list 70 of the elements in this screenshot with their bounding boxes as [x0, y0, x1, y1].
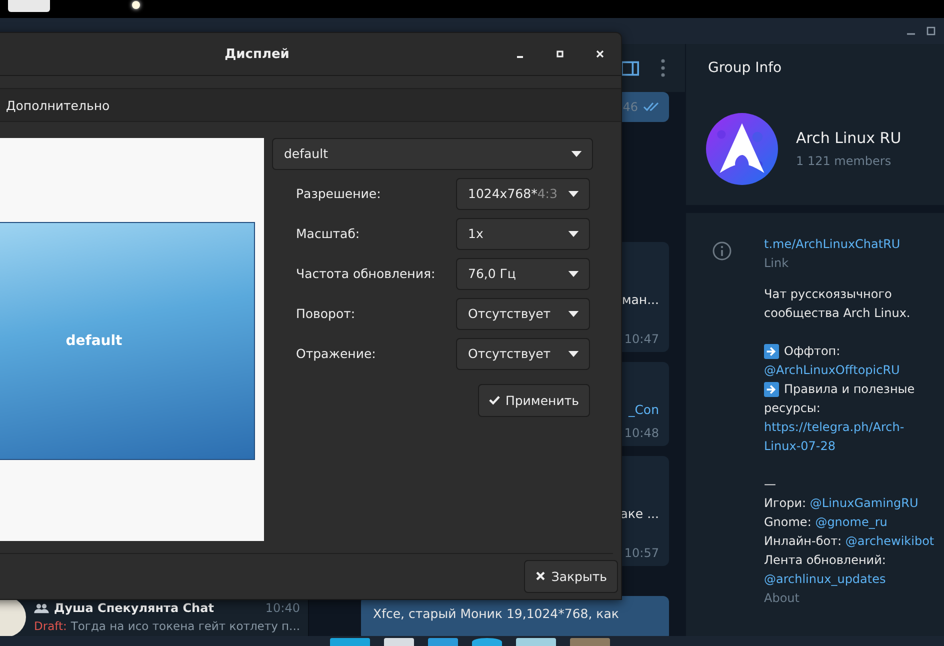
- description-link[interactable]: @ArchLinuxOfftopicRU: [764, 361, 934, 380]
- description-link[interactable]: https://telegra.ph/Arch-: [764, 418, 934, 437]
- setting-dropdown[interactable]: 76,0 Гц: [456, 258, 590, 290]
- description-text: Лента обновлений:: [764, 552, 887, 569]
- description-link[interactable]: @LinuxGamingRU: [810, 496, 918, 510]
- description-text: Чат русскоязычного: [764, 286, 893, 303]
- message-text: аке ...: [620, 506, 659, 521]
- description-text: Gnome: @gnome_ru: [764, 514, 888, 531]
- description-text: Инлайн-бот: @archewikibot: [764, 533, 934, 550]
- chat-name: Душа Спекулянта Chat: [54, 601, 215, 615]
- chat-time: 10:40: [265, 601, 300, 615]
- message-link[interactable]: _Con: [628, 402, 659, 417]
- caret-icon: [568, 310, 579, 317]
- double-check-icon: [643, 102, 661, 112]
- tab[interactable]: Дополнительно: [6, 98, 110, 113]
- description-caption: About: [764, 590, 800, 607]
- setting-label: Разрешение:: [296, 186, 381, 202]
- monitor-label: default: [66, 332, 122, 349]
- draft-preview: Тогда на исо токена гейт котлету п...: [70, 619, 300, 633]
- setting-label: Отражение:: [296, 346, 376, 362]
- setting-label: Поворот:: [296, 306, 356, 322]
- setting-label: Частота обновления:: [296, 266, 436, 282]
- member-count: 1 121 members: [796, 154, 892, 168]
- app-icon[interactable]: [472, 638, 502, 646]
- setting-dropdown[interactable]: Отсутствует: [456, 338, 590, 370]
- close-button[interactable]: Закрыть: [524, 560, 618, 593]
- description-text: —: [764, 476, 777, 493]
- light-dot-icon: [132, 1, 140, 9]
- setting-dropdown[interactable]: Отсутствует: [456, 298, 590, 330]
- link-caption: Link: [764, 255, 790, 272]
- message-time: 46: [622, 100, 638, 114]
- close-icon: [535, 571, 546, 582]
- message-time: 10:57: [624, 546, 659, 560]
- group-name: Arch Linux RU: [796, 129, 902, 147]
- message-time: 10:48: [624, 426, 659, 440]
- setting-dropdown[interactable]: 1024x768*4:3: [456, 178, 590, 210]
- description-text: сообщества Arch Linux.: [764, 305, 912, 322]
- setting-label: Масштаб:: [296, 226, 360, 242]
- group-avatar-drawing: [706, 112, 778, 184]
- draft-label: Draft:: [34, 619, 67, 633]
- message-text: Xfce, старый Моник 19,1024*768, как: [373, 606, 619, 621]
- right-arrow-icon: [764, 382, 779, 397]
- caret-icon: [568, 190, 579, 197]
- info-icon: [712, 241, 732, 261]
- caret-icon: [571, 150, 582, 157]
- caret-icon: [568, 230, 579, 237]
- group-icon: [34, 602, 49, 614]
- setting-dropdown[interactable]: 1x: [456, 218, 590, 250]
- group-link[interactable]: t.me/ArchLinuxChatRU: [764, 235, 934, 254]
- more-icon[interactable]: [661, 59, 665, 77]
- sidebar-toggle-icon[interactable]: [621, 60, 639, 76]
- right-arrow-icon: [764, 344, 779, 359]
- description-text: Оффтоп:: [784, 343, 840, 360]
- dialog-title: Дисплей: [224, 46, 290, 62]
- description-text: Игори: @LinuxGamingRU: [764, 495, 920, 512]
- description-text: Правила и полезные: [784, 381, 915, 398]
- apply-button[interactable]: Применить: [478, 384, 590, 417]
- message-time: 10:47: [624, 332, 659, 346]
- description-text: ресурсы:: [764, 400, 822, 417]
- panel-title: Group Info: [707, 59, 783, 78]
- description-link[interactable]: @archewikibot: [845, 534, 934, 548]
- description-link[interactable]: @gnome_ru: [815, 515, 888, 529]
- close-icon[interactable]: [595, 49, 605, 59]
- maximize-icon[interactable]: [926, 26, 936, 36]
- check-icon: [489, 395, 500, 406]
- caret-icon: [568, 270, 579, 277]
- description-link[interactable]: @archlinux_updates: [764, 570, 934, 589]
- message-text: ман...: [622, 292, 659, 307]
- description-link[interactable]: Linux-07-28: [764, 437, 934, 456]
- monitor-dropdown[interactable]: default: [272, 138, 593, 170]
